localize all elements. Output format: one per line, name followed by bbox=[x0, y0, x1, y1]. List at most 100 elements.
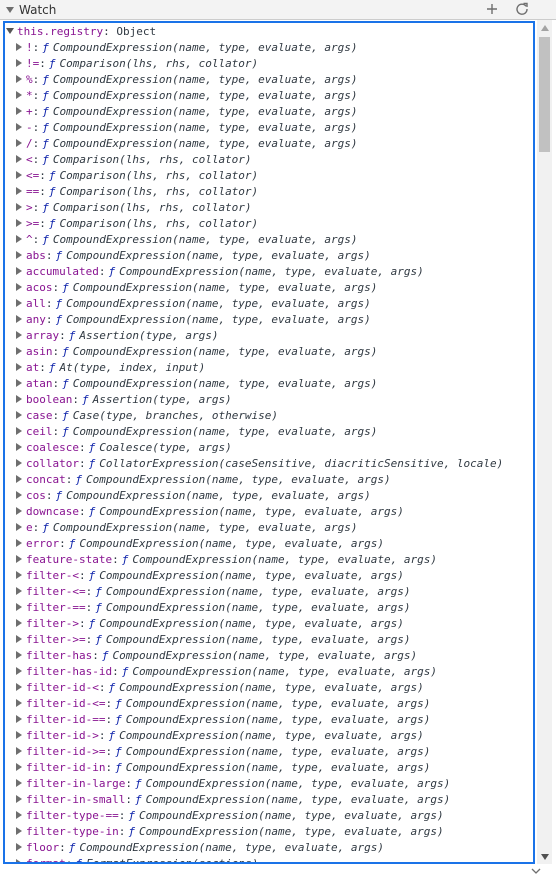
expand-right-icon[interactable] bbox=[16, 731, 22, 739]
registry-entry-row[interactable]: asin: ƒ CompoundExpression(name, type, eva… bbox=[5, 344, 533, 360]
registry-entry-row[interactable]: accumulated: ƒ CompoundExpression(name, ty… bbox=[5, 264, 533, 280]
registry-entry-row[interactable]: filter->: ƒ CompoundExpression(name, type,… bbox=[5, 616, 533, 632]
registry-entry-row[interactable]: all: ƒ CompoundExpression(name, type, eval… bbox=[5, 296, 533, 312]
expand-right-icon[interactable] bbox=[16, 155, 22, 163]
registry-entry-row[interactable]: coalesce: ƒ Coalesce(type, args) bbox=[5, 440, 533, 456]
expand-right-icon[interactable] bbox=[16, 43, 22, 51]
registry-entry-row[interactable]: filter-type-==: ƒ CompoundExpression(name,… bbox=[5, 808, 533, 824]
registry-entry-row[interactable]: floor: ƒ CompoundExpression(name, type, ev… bbox=[5, 840, 533, 856]
registry-entry-row[interactable]: abs: ƒ CompoundExpression(name, type, eval… bbox=[5, 248, 533, 264]
registry-entry-row[interactable]: error: ƒ CompoundExpression(name, type, ev… bbox=[5, 536, 533, 552]
registry-entry-row[interactable]: filter-id->: ƒ CompoundExpression(name, ty… bbox=[5, 728, 533, 744]
expand-right-icon[interactable] bbox=[16, 603, 22, 611]
registry-entry-row[interactable]: case: ƒ Case(type, branches, otherwise) bbox=[5, 408, 533, 424]
expand-right-icon[interactable] bbox=[16, 667, 22, 675]
watch-title-group[interactable]: Watch bbox=[4, 2, 56, 18]
expand-right-icon[interactable] bbox=[16, 683, 22, 691]
expand-right-icon[interactable] bbox=[16, 107, 22, 115]
expand-right-icon[interactable] bbox=[16, 459, 22, 467]
registry-entry-row[interactable]: boolean: ƒ Assertion(type, args) bbox=[5, 392, 533, 408]
expand-right-icon[interactable] bbox=[16, 299, 22, 307]
registry-entry-row[interactable]: filter-in-large: ƒ CompoundExpression(name… bbox=[5, 776, 533, 792]
expand-right-icon[interactable] bbox=[16, 827, 22, 835]
registry-entry-row[interactable]: filter-in-small: ƒ CompoundExpression(name… bbox=[5, 792, 533, 808]
registry-entry-row[interactable]: filter-id->=: ƒ CompoundExpression(name, t… bbox=[5, 744, 533, 760]
expand-right-icon[interactable] bbox=[16, 763, 22, 771]
registry-entry-row[interactable]: filter-<=: ƒ CompoundExpression(name, type… bbox=[5, 584, 533, 600]
expand-right-icon[interactable] bbox=[16, 219, 22, 227]
registry-entry-row[interactable]: >: ƒ Comparison(lhs, rhs, collator) bbox=[5, 200, 533, 216]
refresh-icon[interactable] bbox=[514, 1, 530, 17]
expand-right-icon[interactable] bbox=[16, 523, 22, 531]
watch-panel-header[interactable]: Watch bbox=[0, 0, 556, 20]
registry-entry-row[interactable]: e: ƒ CompoundExpression(name, type, evalua… bbox=[5, 520, 533, 536]
expand-right-icon[interactable] bbox=[16, 507, 22, 515]
registry-entry-row[interactable]: *: ƒ CompoundExpression(name, type, evalua… bbox=[5, 88, 533, 104]
registry-entry-row[interactable]: filter-<: ƒ CompoundExpression(name, type,… bbox=[5, 568, 533, 584]
expand-right-icon[interactable] bbox=[16, 203, 22, 211]
expand-right-icon[interactable] bbox=[16, 843, 22, 851]
expand-right-icon[interactable] bbox=[16, 123, 22, 131]
expand-right-icon[interactable] bbox=[16, 395, 22, 403]
expand-right-icon[interactable] bbox=[16, 795, 22, 803]
registry-entry-row[interactable]: feature-state: ƒ CompoundExpression(name, … bbox=[5, 552, 533, 568]
scrollbar-thumb[interactable] bbox=[539, 37, 550, 152]
expand-right-icon[interactable] bbox=[16, 91, 22, 99]
expand-right-icon[interactable] bbox=[16, 315, 22, 323]
expand-right-icon[interactable] bbox=[16, 571, 22, 579]
expand-right-icon[interactable] bbox=[16, 235, 22, 243]
plus-icon[interactable] bbox=[484, 1, 500, 17]
registry-entry-row[interactable]: <=: ƒ Comparison(lhs, rhs, collator) bbox=[5, 168, 533, 184]
registry-entry-row[interactable]: cos: ƒ CompoundExpression(name, type, eval… bbox=[5, 488, 533, 504]
expand-right-icon[interactable] bbox=[16, 443, 22, 451]
registry-entry-row[interactable]: any: ƒ CompoundExpression(name, type, eval… bbox=[5, 312, 533, 328]
expand-right-icon[interactable] bbox=[16, 379, 22, 387]
registry-entry-row[interactable]: filter->=: ƒ CompoundExpression(name, type… bbox=[5, 632, 533, 648]
registry-entry-row[interactable]: filter-has: ƒ CompoundExpression(name, typ… bbox=[5, 648, 533, 664]
expand-right-icon[interactable] bbox=[16, 651, 22, 659]
registry-entry-row[interactable]: filter-id-in: ƒ CompoundExpression(name, t… bbox=[5, 760, 533, 776]
registry-entry-row[interactable]: filter-id-<: ƒ CompoundExpression(name, ty… bbox=[5, 680, 533, 696]
registry-entry-row[interactable]: !: ƒ CompoundExpression(name, type, evalua… bbox=[5, 40, 533, 56]
registry-entry-row[interactable]: ceil: ƒ CompoundExpression(name, type, eva… bbox=[5, 424, 533, 440]
registry-entry-row[interactable]: array: ƒ Assertion(type, args) bbox=[5, 328, 533, 344]
collapse-arrow-icon[interactable] bbox=[6, 7, 14, 13]
registry-entry-row[interactable]: +: ƒ CompoundExpression(name, type, evalua… bbox=[5, 104, 533, 120]
expand-down-icon[interactable] bbox=[6, 28, 14, 34]
registry-entry-row[interactable]: ^: ƒ CompoundExpression(name, type, evalua… bbox=[5, 232, 533, 248]
registry-entry-row[interactable]: filter-==: ƒ CompoundExpression(name, type… bbox=[5, 600, 533, 616]
registry-entry-row[interactable]: ==: ƒ Comparison(lhs, rhs, collator) bbox=[5, 184, 533, 200]
registry-entry-row[interactable]: /: ƒ CompoundExpression(name, type, evalua… bbox=[5, 136, 533, 152]
registry-entry-row[interactable]: format: ƒ FormatExpression(sections) bbox=[5, 856, 533, 862]
registry-entry-row[interactable]: filter-has-id: ƒ CompoundExpression(name, … bbox=[5, 664, 533, 680]
expand-right-icon[interactable] bbox=[16, 283, 22, 291]
registry-entry-row[interactable]: acos: ƒ CompoundExpression(name, type, eva… bbox=[5, 280, 533, 296]
expand-right-icon[interactable] bbox=[16, 859, 22, 862]
expand-right-icon[interactable] bbox=[16, 59, 22, 67]
expand-right-icon[interactable] bbox=[16, 715, 22, 723]
expand-right-icon[interactable] bbox=[16, 139, 22, 147]
expand-right-icon[interactable] bbox=[16, 75, 22, 83]
scroll-up-arrow-icon[interactable] bbox=[537, 20, 552, 35]
expand-right-icon[interactable] bbox=[16, 267, 22, 275]
registry-entry-row[interactable]: >=: ƒ Comparison(lhs, rhs, collator) bbox=[5, 216, 533, 232]
registry-entry-row[interactable]: concat: ƒ CompoundExpression(name, type, e… bbox=[5, 472, 533, 488]
expand-right-icon[interactable] bbox=[16, 699, 22, 707]
registry-entry-row[interactable]: filter-id-==: ƒ CompoundExpression(name, t… bbox=[5, 712, 533, 728]
expand-right-icon[interactable] bbox=[16, 427, 22, 435]
expand-right-icon[interactable] bbox=[16, 747, 22, 755]
registry-entry-row[interactable]: filter-type-in: ƒ CompoundExpression(name,… bbox=[5, 824, 533, 840]
expand-right-icon[interactable] bbox=[16, 331, 22, 339]
expand-right-icon[interactable] bbox=[16, 251, 22, 259]
expand-right-icon[interactable] bbox=[16, 475, 22, 483]
registry-entry-row[interactable]: !=: ƒ Comparison(lhs, rhs, collator) bbox=[5, 56, 533, 72]
chevron-down-icon[interactable] bbox=[530, 866, 542, 876]
registry-entry-row[interactable]: filter-id-<=: ƒ CompoundExpression(name, t… bbox=[5, 696, 533, 712]
expand-right-icon[interactable] bbox=[16, 619, 22, 627]
scroll-down-arrow-icon[interactable] bbox=[537, 849, 552, 864]
expand-right-icon[interactable] bbox=[16, 811, 22, 819]
expand-right-icon[interactable] bbox=[16, 347, 22, 355]
expand-right-icon[interactable] bbox=[16, 187, 22, 195]
expand-right-icon[interactable] bbox=[16, 539, 22, 547]
watch-expressions-tree[interactable]: this.registry: Object !: ƒ CompoundExpress… bbox=[3, 21, 535, 864]
